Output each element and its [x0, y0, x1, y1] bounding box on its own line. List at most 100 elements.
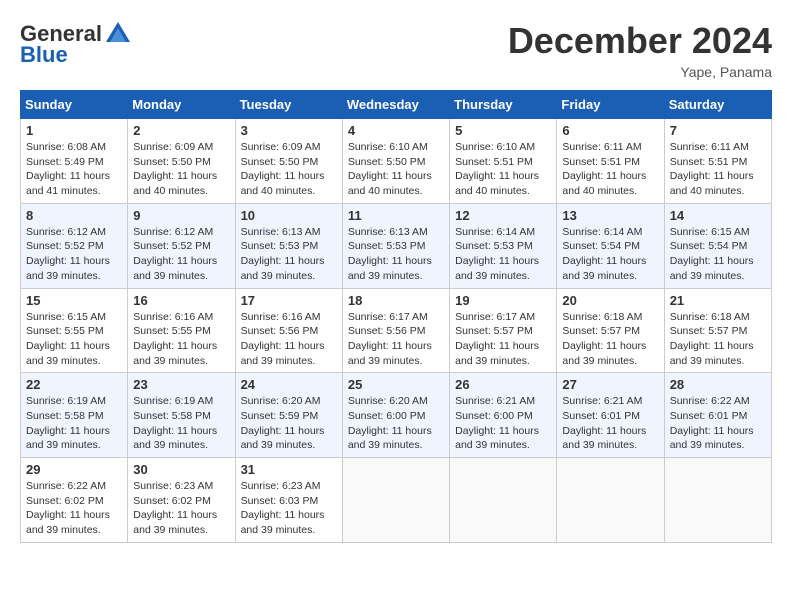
- day-number: 5: [455, 123, 551, 138]
- day-number: 1: [26, 123, 122, 138]
- calendar-cell: 31Sunrise: 6:23 AMSunset: 6:03 PMDayligh…: [235, 458, 342, 543]
- day-number: 16: [133, 293, 229, 308]
- day-number: 3: [241, 123, 337, 138]
- calendar-cell: 21Sunrise: 6:18 AMSunset: 5:57 PMDayligh…: [664, 288, 771, 373]
- day-info: Sunrise: 6:23 AMSunset: 6:02 PMDaylight:…: [133, 479, 229, 538]
- calendar-week-4: 22 Sunrise: 6:19 AMSunset: 5:58 PMDayligh…: [21, 373, 772, 458]
- day-number: 20: [562, 293, 658, 308]
- day-info: Sunrise: 6:15 AMSunset: 5:54 PMDaylight:…: [670, 225, 766, 284]
- day-number: 27: [562, 377, 658, 392]
- day-info: Sunrise: 6:18 AMSunset: 5:57 PMDaylight:…: [562, 310, 658, 369]
- day-info: Sunrise: 6:14 AMSunset: 5:54 PMDaylight:…: [562, 225, 658, 284]
- month-title: December 2024: [508, 20, 772, 62]
- day-number: 23: [133, 377, 229, 392]
- calendar-cell: 11 Sunrise: 6:13 AMSunset: 5:53 PMDayligh…: [342, 203, 449, 288]
- day-number: 8: [26, 208, 122, 223]
- day-info: Sunrise: 6:23 AMSunset: 6:03 PMDaylight:…: [241, 479, 337, 538]
- calendar-cell: 20 Sunrise: 6:18 AMSunset: 5:57 PMDayligh…: [557, 288, 664, 373]
- day-number: 17: [241, 293, 337, 308]
- logo: General Blue: [20, 20, 132, 66]
- calendar-cell: 25 Sunrise: 6:20 AMSunset: 6:00 PMDayligh…: [342, 373, 449, 458]
- weekday-header-sunday: Sunday: [21, 91, 128, 119]
- calendar-cell: 6Sunrise: 6:11 AMSunset: 5:51 PMDaylight…: [557, 119, 664, 204]
- day-number: 13: [562, 208, 658, 223]
- calendar-week-2: 8 Sunrise: 6:12 AMSunset: 5:52 PMDaylight…: [21, 203, 772, 288]
- day-info: Sunrise: 6:17 AMSunset: 5:56 PMDaylight:…: [348, 310, 444, 369]
- calendar-cell: [450, 458, 557, 543]
- calendar-cell: 28 Sunrise: 6:22 AMSunset: 6:01 PMDayligh…: [664, 373, 771, 458]
- day-number: 7: [670, 123, 766, 138]
- calendar-cell: 22 Sunrise: 6:19 AMSunset: 5:58 PMDayligh…: [21, 373, 128, 458]
- day-number: 12: [455, 208, 551, 223]
- location: Yape, Panama: [508, 64, 772, 80]
- day-info: Sunrise: 6:14 AMSunset: 5:53 PMDaylight:…: [455, 225, 551, 284]
- calendar-cell: 18 Sunrise: 6:17 AMSunset: 5:56 PMDayligh…: [342, 288, 449, 373]
- day-info: Sunrise: 6:20 AMSunset: 5:59 PMDaylight:…: [241, 394, 337, 453]
- day-info: Sunrise: 6:16 AMSunset: 5:56 PMDaylight:…: [241, 310, 337, 369]
- day-info: Sunrise: 6:13 AMSunset: 5:53 PMDaylight:…: [241, 225, 337, 284]
- calendar-cell: 16 Sunrise: 6:16 AMSunset: 5:55 PMDayligh…: [128, 288, 235, 373]
- weekday-header-friday: Friday: [557, 91, 664, 119]
- day-number: 30: [133, 462, 229, 477]
- calendar-cell: 13 Sunrise: 6:14 AMSunset: 5:54 PMDayligh…: [557, 203, 664, 288]
- calendar-cell: 8 Sunrise: 6:12 AMSunset: 5:52 PMDaylight…: [21, 203, 128, 288]
- calendar-cell: 14 Sunrise: 6:15 AMSunset: 5:54 PMDayligh…: [664, 203, 771, 288]
- day-number: 9: [133, 208, 229, 223]
- calendar-cell: 1 Sunrise: 6:08 AMSunset: 5:49 PMDaylight…: [21, 119, 128, 204]
- day-info: Sunrise: 6:19 AMSunset: 5:58 PMDaylight:…: [26, 394, 122, 453]
- day-number: 25: [348, 377, 444, 392]
- calendar-cell: [342, 458, 449, 543]
- day-number: 4: [348, 123, 444, 138]
- weekday-header-row: SundayMondayTuesdayWednesdayThursdayFrid…: [21, 91, 772, 119]
- day-number: 2: [133, 123, 229, 138]
- day-number: 26: [455, 377, 551, 392]
- day-number: 14: [670, 208, 766, 223]
- day-info: Sunrise: 6:20 AMSunset: 6:00 PMDaylight:…: [348, 394, 444, 453]
- day-number: 19: [455, 293, 551, 308]
- day-number: 11: [348, 208, 444, 223]
- calendar-table: SundayMondayTuesdayWednesdayThursdayFrid…: [20, 90, 772, 543]
- day-info: Sunrise: 6:22 AMSunset: 6:02 PMDaylight:…: [26, 479, 122, 538]
- day-info: Sunrise: 6:22 AMSunset: 6:01 PMDaylight:…: [670, 394, 766, 453]
- calendar-cell: 23 Sunrise: 6:19 AMSunset: 5:58 PMDayligh…: [128, 373, 235, 458]
- day-info: Sunrise: 6:10 AMSunset: 5:50 PMDaylight:…: [348, 140, 444, 199]
- day-info: Sunrise: 6:19 AMSunset: 5:58 PMDaylight:…: [133, 394, 229, 453]
- day-number: 29: [26, 462, 122, 477]
- day-info: Sunrise: 6:09 AMSunset: 5:50 PMDaylight:…: [241, 140, 337, 199]
- calendar-week-5: 29 Sunrise: 6:22 AMSunset: 6:02 PMDayligh…: [21, 458, 772, 543]
- weekday-header-tuesday: Tuesday: [235, 91, 342, 119]
- calendar-cell: 27 Sunrise: 6:21 AMSunset: 6:01 PMDayligh…: [557, 373, 664, 458]
- calendar-cell: [557, 458, 664, 543]
- day-number: 15: [26, 293, 122, 308]
- day-number: 28: [670, 377, 766, 392]
- calendar-cell: 26Sunrise: 6:21 AMSunset: 6:00 PMDayligh…: [450, 373, 557, 458]
- calendar-cell: 10 Sunrise: 6:13 AMSunset: 5:53 PMDayligh…: [235, 203, 342, 288]
- day-info: Sunrise: 6:15 AMSunset: 5:55 PMDaylight:…: [26, 310, 122, 369]
- day-number: 18: [348, 293, 444, 308]
- logo-icon: [104, 20, 132, 48]
- day-info: Sunrise: 6:11 AMSunset: 5:51 PMDaylight:…: [670, 140, 766, 199]
- calendar-week-1: 1 Sunrise: 6:08 AMSunset: 5:49 PMDaylight…: [21, 119, 772, 204]
- day-number: 21: [670, 293, 766, 308]
- day-info: Sunrise: 6:09 AMSunset: 5:50 PMDaylight:…: [133, 140, 229, 199]
- calendar-cell: 9 Sunrise: 6:12 AMSunset: 5:52 PMDaylight…: [128, 203, 235, 288]
- day-number: 10: [241, 208, 337, 223]
- day-number: 22: [26, 377, 122, 392]
- calendar-week-3: 15 Sunrise: 6:15 AMSunset: 5:55 PMDayligh…: [21, 288, 772, 373]
- page-header: General Blue December 2024 Yape, Panama: [20, 20, 772, 80]
- day-info: Sunrise: 6:12 AMSunset: 5:52 PMDaylight:…: [133, 225, 229, 284]
- weekday-header-thursday: Thursday: [450, 91, 557, 119]
- day-info: Sunrise: 6:08 AMSunset: 5:49 PMDaylight:…: [26, 140, 122, 199]
- day-info: Sunrise: 6:21 AMSunset: 6:01 PMDaylight:…: [562, 394, 658, 453]
- day-info: Sunrise: 6:13 AMSunset: 5:53 PMDaylight:…: [348, 225, 444, 284]
- weekday-header-saturday: Saturday: [664, 91, 771, 119]
- calendar-cell: 30 Sunrise: 6:23 AMSunset: 6:02 PMDayligh…: [128, 458, 235, 543]
- calendar-cell: 7 Sunrise: 6:11 AMSunset: 5:51 PMDaylight…: [664, 119, 771, 204]
- weekday-header-wednesday: Wednesday: [342, 91, 449, 119]
- calendar-cell: 17 Sunrise: 6:16 AMSunset: 5:56 PMDayligh…: [235, 288, 342, 373]
- day-info: Sunrise: 6:12 AMSunset: 5:52 PMDaylight:…: [26, 225, 122, 284]
- calendar-cell: 24Sunrise: 6:20 AMSunset: 5:59 PMDayligh…: [235, 373, 342, 458]
- calendar-cell: 19Sunrise: 6:17 AMSunset: 5:57 PMDayligh…: [450, 288, 557, 373]
- day-info: Sunrise: 6:16 AMSunset: 5:55 PMDaylight:…: [133, 310, 229, 369]
- day-number: 6: [562, 123, 658, 138]
